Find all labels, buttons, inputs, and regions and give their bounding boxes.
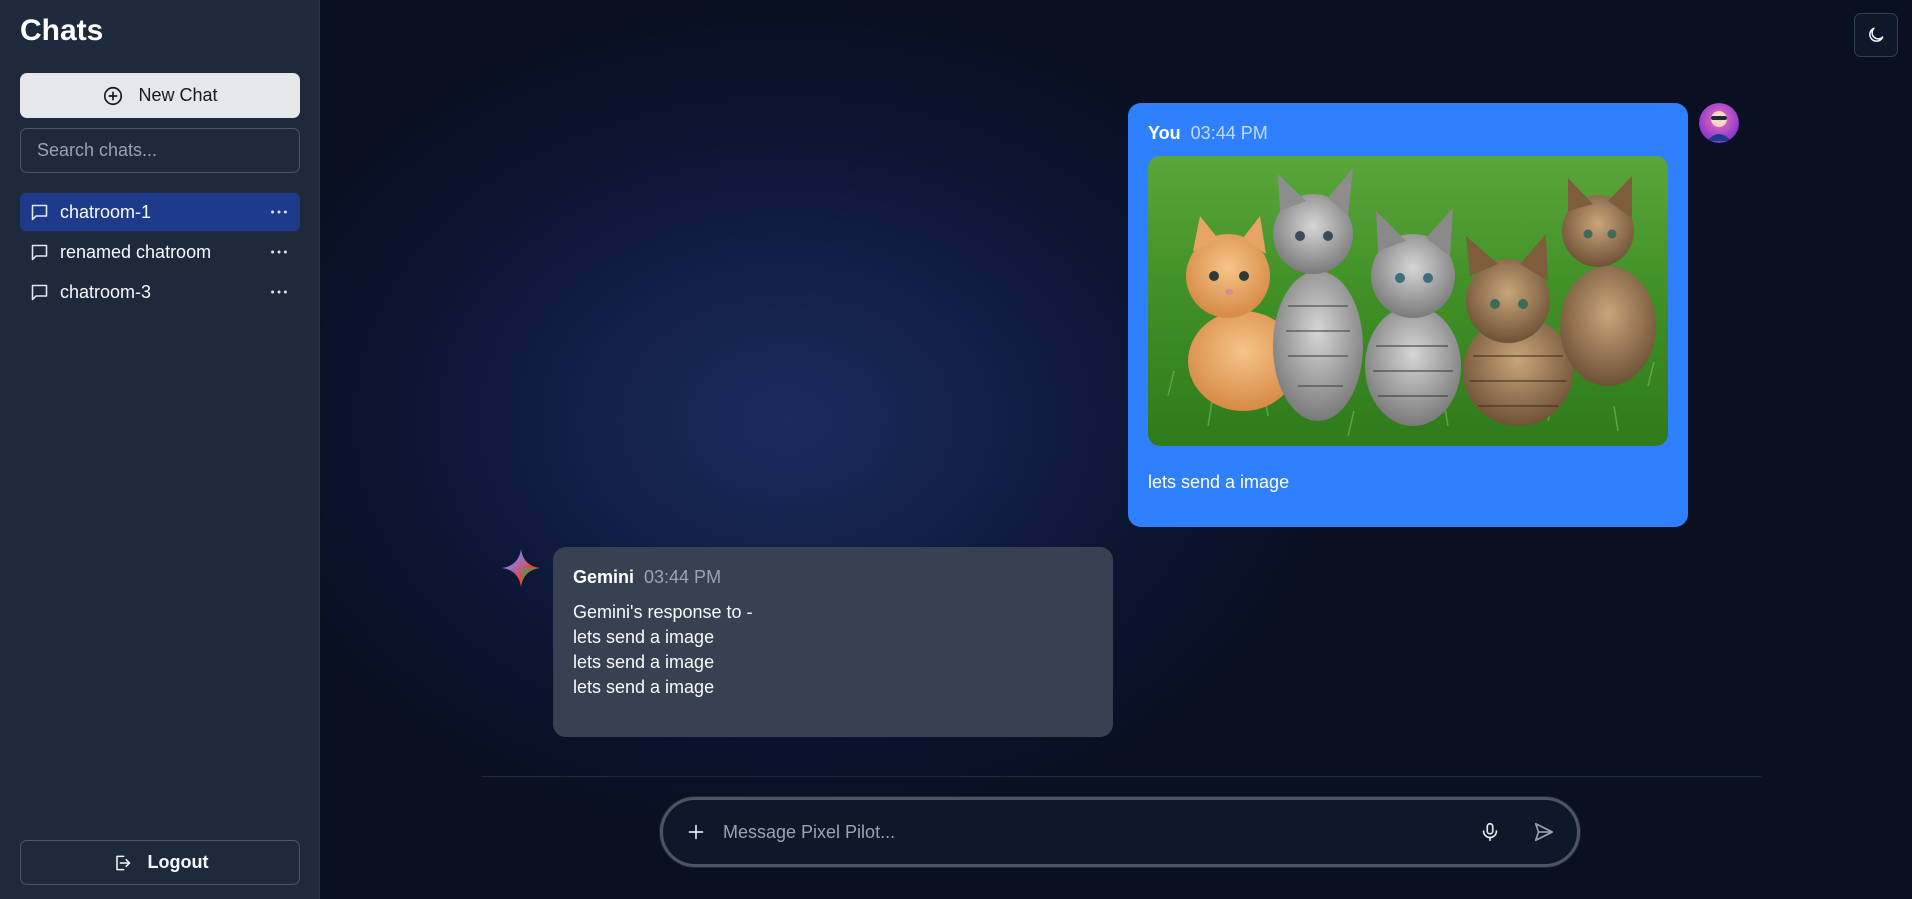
- more-horizontal-icon[interactable]: [268, 201, 290, 223]
- logout-label: Logout: [147, 852, 209, 872]
- message-square-icon: [31, 244, 48, 260]
- theme-toggle-button[interactable]: [1854, 13, 1898, 57]
- message-input[interactable]: [723, 821, 1463, 843]
- more-horizontal-icon[interactable]: [268, 281, 290, 303]
- message-square-icon: [31, 204, 48, 220]
- composer-divider: [481, 776, 1761, 777]
- mic-icon[interactable]: [1479, 821, 1501, 843]
- sidebar-item-chatroom-3[interactable]: chatroom-3: [20, 273, 300, 311]
- plus-circle-icon: [104, 86, 123, 105]
- message-line: lets send a image: [573, 627, 715, 647]
- message-header: You 03:44 PM: [1148, 123, 1668, 144]
- avatar[interactable]: [1699, 103, 1739, 143]
- message-header: Gemini 03:44 PM: [573, 567, 1093, 588]
- sidebar-item-renamed-chatroom[interactable]: renamed chatroom: [20, 233, 300, 271]
- logout-button[interactable]: Logout: [20, 840, 300, 885]
- moon-icon: [1869, 27, 1884, 42]
- message-line: Gemini's response to -: [573, 602, 753, 622]
- sender-name: Gemini: [573, 567, 635, 587]
- more-horizontal-icon[interactable]: [268, 241, 290, 263]
- sidebar-item-chatroom-1[interactable]: chatroom-1: [20, 193, 300, 231]
- chat-list: chatroom-1 renamed chatroom chatroom-3: [20, 193, 300, 313]
- attached-image[interactable]: [1148, 156, 1668, 446]
- chat-item-label: chatroom-1: [60, 201, 152, 222]
- new-chat-button[interactable]: New Chat: [20, 73, 300, 118]
- message-text: lets send a image: [1148, 472, 1290, 492]
- gemini-icon: [500, 547, 542, 589]
- search-input[interactable]: [20, 128, 300, 173]
- sidebar: Chats New Chat chatroom-1 renamed chatro…: [0, 0, 320, 899]
- message-square-icon: [31, 284, 48, 300]
- logout-icon: [115, 855, 130, 870]
- assistant-message: Gemini 03:44 PM Gemini's response to - l…: [553, 547, 1113, 737]
- user-message: You 03:44 PM lets send a image: [1128, 103, 1688, 527]
- plus-icon[interactable]: [685, 821, 707, 843]
- send-icon[interactable]: [1533, 821, 1555, 843]
- chat-item-label: renamed chatroom: [60, 241, 212, 262]
- message-composer: [660, 797, 1580, 867]
- message-time: 03:44 PM: [1190, 123, 1268, 143]
- sender-name: You: [1148, 123, 1181, 143]
- kittens-image: [1148, 156, 1668, 446]
- sidebar-title: Chats: [20, 14, 104, 47]
- chat-item-label: chatroom-3: [60, 281, 152, 302]
- chat-main: You 03:44 PM lets send a image Gemini 03…: [321, 0, 1912, 899]
- user-avatar-icon: [1699, 103, 1739, 143]
- message-line: lets send a image: [573, 677, 715, 697]
- message-text: Gemini's response to - lets send a image…: [573, 600, 1093, 700]
- message-line: lets send a image: [573, 652, 715, 672]
- message-time: 03:44 PM: [644, 567, 722, 587]
- new-chat-label: New Chat: [138, 85, 218, 105]
